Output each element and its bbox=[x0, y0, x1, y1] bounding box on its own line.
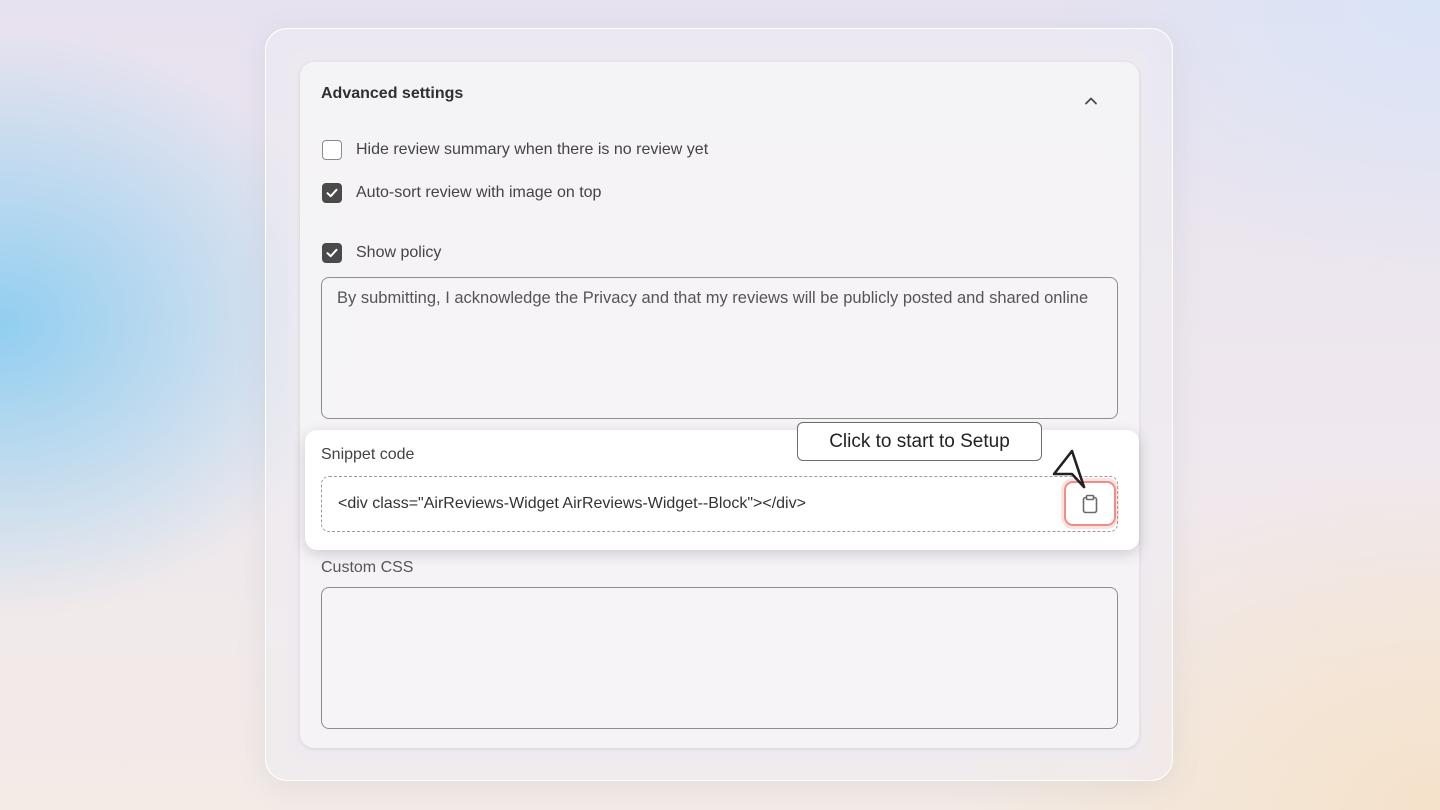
chevron-up-icon bbox=[1085, 97, 1097, 105]
checkmark-icon bbox=[326, 248, 338, 258]
option-show-policy[interactable]: Show policy bbox=[322, 243, 441, 263]
checkbox-show-policy[interactable] bbox=[322, 243, 342, 263]
custom-css-textarea[interactable] bbox=[321, 587, 1118, 729]
cursor-pointer-icon bbox=[1052, 449, 1086, 489]
option-label: Hide review summary when there is no rev… bbox=[356, 141, 709, 158]
setup-tooltip: Click to start to Setup bbox=[797, 422, 1042, 461]
option-label: Show policy bbox=[356, 244, 442, 261]
option-auto-sort-review[interactable]: Auto-sort review with image on top bbox=[322, 183, 601, 203]
snippet-code-text: <div class="AirReviews-Widget AirReviews… bbox=[338, 495, 806, 512]
checkmark-icon bbox=[326, 188, 338, 198]
collapse-button[interactable] bbox=[1078, 88, 1104, 114]
section-title: Advanced settings bbox=[321, 85, 464, 102]
clipboard-icon bbox=[1082, 494, 1098, 513]
snippet-code-label: Snippet code bbox=[321, 446, 415, 463]
checkbox-hide-review-summary[interactable] bbox=[322, 140, 342, 160]
option-hide-review-summary[interactable]: Hide review summary when there is no rev… bbox=[322, 140, 708, 160]
option-label: Auto-sort review with image on top bbox=[356, 184, 602, 201]
custom-css-label: Custom CSS bbox=[321, 559, 414, 576]
checkbox-auto-sort-review[interactable] bbox=[322, 183, 342, 203]
policy-text: By submitting, I acknowledge the Privacy… bbox=[337, 289, 1089, 307]
